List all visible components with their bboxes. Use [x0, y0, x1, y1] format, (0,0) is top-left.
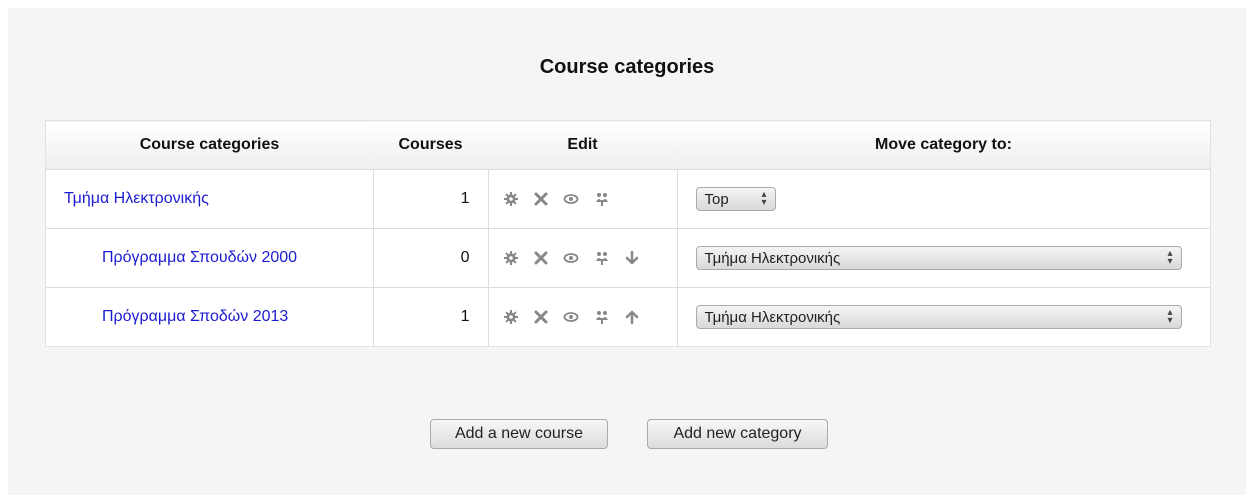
eye-icon[interactable] [563, 250, 579, 266]
cohort-icon[interactable] [594, 250, 610, 266]
move-cell: Top ▴ ▾ [677, 169, 1211, 229]
move-category-select[interactable]: Τμήμα Ηλεκτρονικής ▴ ▾ [695, 305, 1182, 329]
arrow-up-icon[interactable] [624, 309, 640, 325]
move-cell: Τμήμα Ηλεκτρονικής ▴ ▾ [677, 287, 1211, 347]
select-arrows-icon: ▴ ▾ [1167, 248, 1173, 267]
header-courses: Courses [373, 120, 488, 170]
edit-icons [488, 169, 678, 229]
select-arrows-icon: ▴ ▾ [1167, 307, 1173, 326]
category-name-cell: Τμήμα Ηλεκτρονικής [45, 169, 374, 229]
category-link[interactable]: Πρόγραμμα Σποδών 2013 [46, 308, 288, 325]
gear-icon[interactable] [503, 191, 519, 207]
move-select-value: Top [704, 190, 729, 208]
course-count: 1 [373, 287, 489, 347]
edit-icons [488, 228, 678, 288]
eye-icon[interactable] [563, 191, 579, 207]
cohort-icon[interactable] [594, 191, 610, 207]
delete-icon[interactable] [533, 309, 549, 325]
add-category-button[interactable]: Add new category [647, 419, 828, 449]
gear-icon[interactable] [503, 309, 519, 325]
category-link[interactable]: Πρόγραμμα Σπουδών 2000 [46, 249, 297, 266]
category-name-cell: Πρόγραμμα Σπουδών 2000 [45, 228, 374, 288]
cohort-icon[interactable] [594, 309, 610, 325]
categories-table: Course categories Courses Edit Move cate… [45, 120, 1211, 347]
move-category-select[interactable]: Τμήμα Ηλεκτρονικής ▴ ▾ [695, 246, 1182, 270]
table-row: Πρόγραμμα Σπουδών 2000 0 Τμήμα Ηλεκτρονι… [45, 228, 1211, 288]
category-name-cell: Πρόγραμμα Σποδών 2013 [45, 287, 374, 347]
edit-icons [488, 287, 678, 347]
move-cell: Τμήμα Ηλεκτρονικής ▴ ▾ [677, 228, 1211, 288]
move-select-value: Τμήμα Ηλεκτρονικής [704, 308, 841, 326]
arrow-down-icon[interactable] [624, 250, 640, 266]
table-row: Πρόγραμμα Σποδών 2013 1 Τμήμα Ηλεκτρονικ… [45, 287, 1211, 347]
delete-icon[interactable] [533, 250, 549, 266]
header-course-categories: Course categories [45, 120, 373, 170]
page-title: Course categories [539, 56, 715, 78]
delete-icon[interactable] [533, 191, 549, 207]
category-link[interactable]: Τμήμα Ηλεκτρονικής [46, 190, 209, 207]
add-course-button[interactable]: Add a new course [430, 419, 608, 449]
course-count: 0 [373, 228, 489, 288]
gear-icon[interactable] [503, 250, 519, 266]
table-row: Τμήμα Ηλεκτρονικής 1 Top ▴ ▾ [45, 169, 1211, 229]
select-arrows-icon: ▴ ▾ [761, 189, 767, 208]
course-count: 1 [373, 169, 489, 229]
header-edit: Edit [488, 120, 677, 170]
eye-icon[interactable] [563, 309, 579, 325]
header-move-category: Move category to: [677, 120, 1211, 170]
move-category-select[interactable]: Top ▴ ▾ [695, 187, 776, 211]
move-select-value: Τμήμα Ηλεκτρονικής [704, 249, 841, 267]
table-header-row: Course categories Courses Edit Move cate… [45, 120, 1211, 170]
